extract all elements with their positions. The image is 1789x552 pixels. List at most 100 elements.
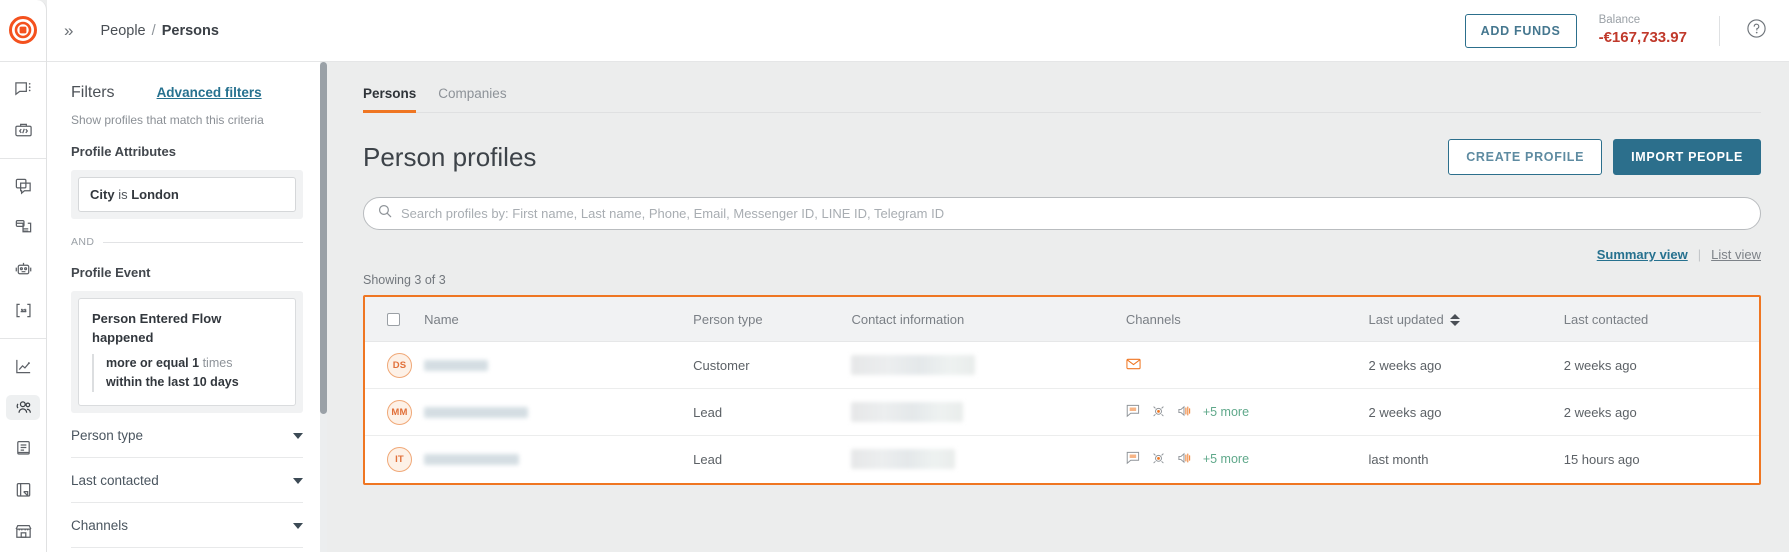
table-row[interactable]: IT Lead +5 more last month 15 hours ago — [365, 436, 1759, 483]
redacted-name — [424, 453, 520, 465]
add-funds-button[interactable]: ADD FUNDS — [1464, 13, 1577, 48]
balance-value: -€167,733.97 — [1598, 29, 1687, 47]
channel-icons: +5 more — [1126, 451, 1369, 468]
balance-label: Balance — [1598, 13, 1641, 26]
persons-table: Name Person type Contact information Cha… — [365, 297, 1759, 483]
column-header-last-updated-label: Last updated — [1368, 312, 1444, 327]
facet-last-contacted[interactable]: Last contacted — [71, 458, 303, 504]
email-icon[interactable] — [1126, 358, 1141, 373]
tab-persons[interactable]: Persons — [363, 86, 417, 113]
icon-rail — [0, 0, 47, 552]
row-contact-information — [851, 341, 1126, 389]
viber-icon[interactable] — [1151, 451, 1166, 468]
search-input[interactable] — [401, 206, 1746, 221]
row-name-cell[interactable] — [424, 436, 693, 483]
checkbox-icon[interactable] — [387, 313, 400, 326]
chevron-down-icon — [293, 477, 303, 484]
channel-icons — [1126, 358, 1369, 373]
list-view-link[interactable]: List view — [1711, 247, 1761, 262]
showing-count: Showing 3 of 3 — [363, 273, 446, 287]
row-name-cell[interactable] — [424, 341, 694, 389]
event-rule-count-rest: times — [202, 355, 233, 370]
page-header: Person profiles CREATE PROFILE IMPORT PE… — [363, 139, 1761, 175]
viber-icon[interactable] — [1151, 404, 1166, 421]
row-last-updated: 2 weeks ago — [1368, 388, 1564, 436]
row-contact-information — [851, 388, 1126, 436]
sort-last-updated[interactable]: Last updated — [1369, 312, 1460, 327]
rail-divider — [0, 158, 46, 159]
filters-panel: » People / Persons Filters Advanced filt… — [47, 0, 327, 552]
filters-scrollbar[interactable] — [320, 62, 327, 552]
people-icon[interactable] — [6, 395, 40, 421]
copy-flow-icon[interactable] — [6, 174, 40, 199]
chevron-down-icon — [293, 522, 303, 529]
column-header-name[interactable]: Name — [424, 297, 694, 342]
rail-divider — [0, 61, 46, 62]
chat-bubble-icon[interactable] — [1126, 451, 1140, 468]
filters-scrollbar-thumb[interactable] — [320, 62, 327, 414]
row-person-type: Customer — [693, 341, 852, 389]
breadcrumb-separator: / — [151, 22, 156, 39]
tabs: Persons Companies — [363, 62, 1761, 113]
voice-icon[interactable] — [1177, 451, 1192, 468]
help-circle-icon[interactable] — [1746, 18, 1767, 44]
row-last-contacted: 2 weeks ago — [1563, 341, 1759, 389]
column-header-channels[interactable]: Channels — [1125, 297, 1369, 342]
content-area: Persons Companies Person profiles CREATE… — [327, 62, 1789, 552]
more-channels-link[interactable]: +5 more — [1203, 405, 1249, 419]
profile-event-label: Profile Event — [71, 265, 151, 280]
event-rule-window: within the last 10 days — [106, 373, 282, 392]
filters-topbar: » People / Persons — [47, 0, 327, 62]
broadcast-icon[interactable] — [6, 215, 40, 240]
chat-bubble-icon[interactable] — [1126, 404, 1140, 421]
row-name-cell[interactable] — [424, 388, 694, 436]
row-contact-information — [851, 436, 1125, 483]
redacted-contact — [851, 355, 976, 375]
select-all-header — [365, 297, 425, 342]
search-bar[interactable] — [363, 197, 1761, 230]
expand-sidebar-icon[interactable]: » — [64, 21, 74, 41]
chat-bubble-icon[interactable] — [6, 77, 40, 102]
summary-view-link[interactable]: Summary view — [1597, 247, 1688, 262]
column-header-person-type[interactable]: Person type — [693, 297, 852, 342]
profile-event-card[interactable]: Person Entered Flow happened more or equ… — [78, 298, 296, 407]
and-label: AND — [71, 236, 95, 248]
filters-body: Filters Advanced filters Show profiles t… — [47, 62, 327, 552]
facet-person-type[interactable]: Person type — [71, 413, 303, 459]
channel-icons: +5 more — [1126, 404, 1369, 421]
column-header-contact-information[interactable]: Contact information — [851, 297, 1126, 342]
create-profile-button[interactable]: CREATE PROFILE — [1448, 139, 1603, 175]
advanced-filters-link[interactable]: Advanced filters — [157, 85, 262, 100]
breadcrumb-current: Persons — [161, 22, 219, 39]
column-header-last-updated[interactable]: Last updated — [1368, 297, 1564, 342]
more-channels-link[interactable]: +5 more — [1203, 452, 1249, 466]
redacted-name — [424, 406, 529, 418]
code-snippet-icon[interactable] — [6, 298, 40, 323]
app-root: » People / Persons Filters Advanced filt… — [0, 0, 1789, 552]
and-divider: AND — [71, 236, 303, 248]
column-header-last-contacted[interactable]: Last contacted — [1563, 297, 1759, 342]
table-row[interactable]: DS Customer 2 weeks ago 2 weeks ago — [365, 341, 1759, 389]
robot-icon[interactable] — [6, 257, 40, 282]
facet-channels[interactable]: Channels — [71, 503, 303, 549]
row-channels — [1125, 341, 1369, 389]
toolbox-code-icon[interactable] — [6, 118, 40, 143]
event-rule-count: more or equal 1 times — [106, 354, 282, 373]
and-line — [103, 241, 303, 243]
target-logo-icon[interactable] — [8, 16, 38, 44]
breadcrumb-root[interactable]: People — [100, 23, 145, 39]
tab-companies[interactable]: Companies — [438, 86, 506, 112]
voice-icon[interactable] — [1177, 404, 1192, 421]
row-last-contacted: 2 weeks ago — [1563, 388, 1759, 436]
import-people-button[interactable]: IMPORT PEOPLE — [1613, 139, 1761, 175]
attribute-chip[interactable]: City is London — [78, 177, 296, 212]
filters-title: Filters — [71, 84, 115, 101]
storefront-icon[interactable] — [6, 519, 40, 544]
header-divider — [1719, 15, 1720, 46]
table-row[interactable]: MM Lead +5 more 2 weeks ago 2 weeks ago — [365, 388, 1759, 436]
row-channels: +5 more — [1125, 388, 1369, 436]
book-icon[interactable] — [6, 436, 40, 461]
analytics-chart-icon[interactable] — [6, 354, 40, 379]
page-title: Person profiles — [363, 141, 537, 172]
reports-icon[interactable] — [6, 478, 40, 503]
